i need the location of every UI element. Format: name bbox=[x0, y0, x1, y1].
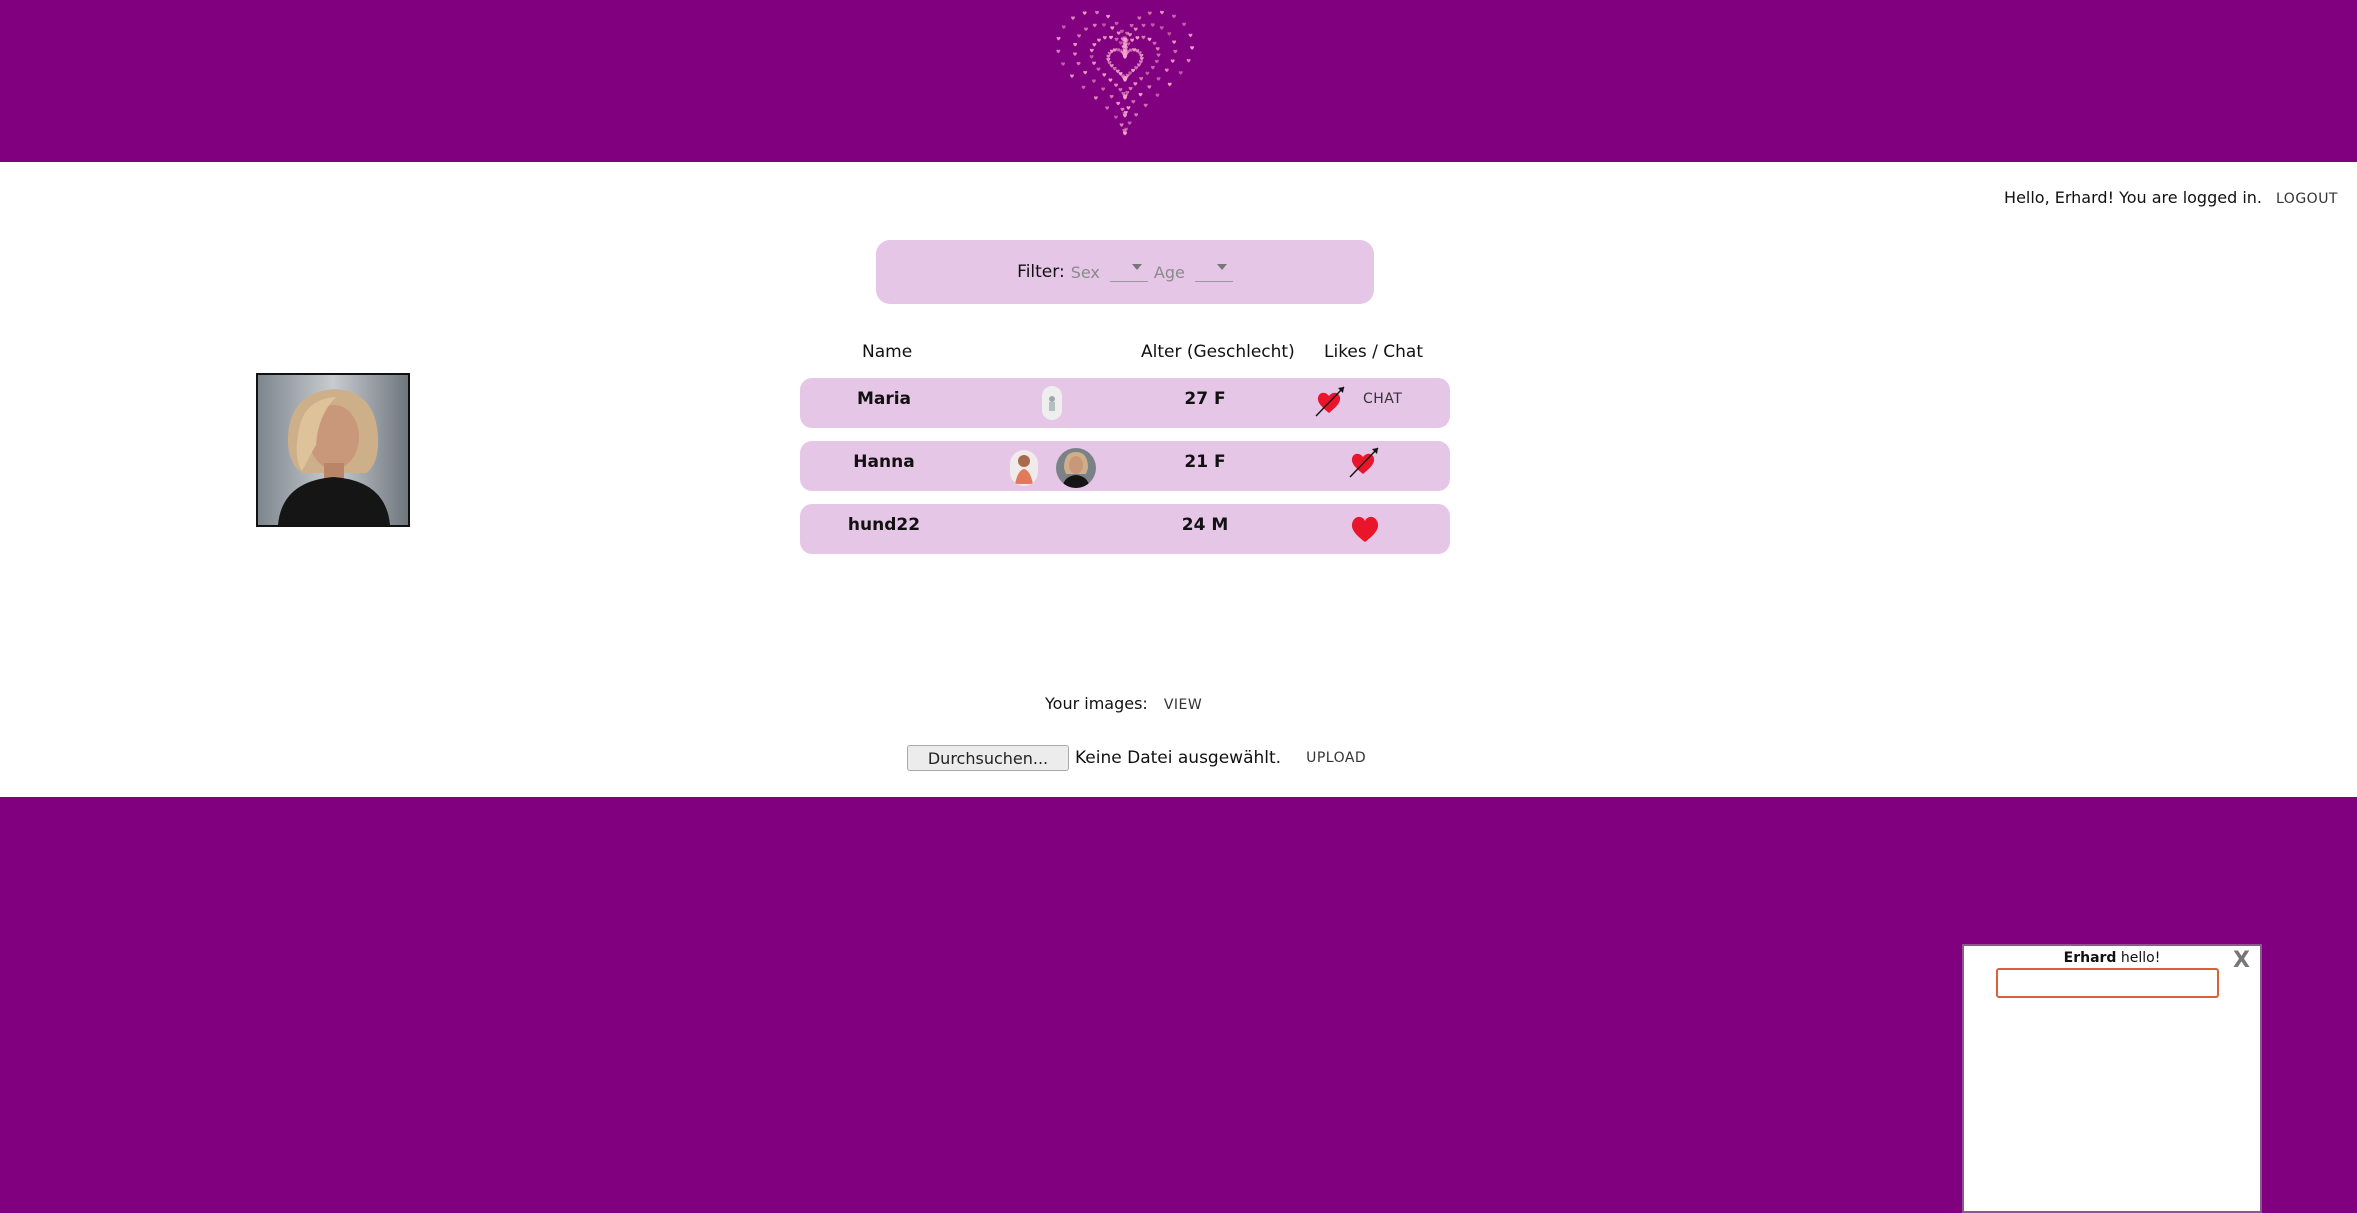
column-header-age: Alter (Geschlecht) bbox=[1141, 342, 1295, 362]
chat-message-sender: Erhard bbox=[2064, 950, 2117, 966]
login-status: Hello, Erhard! You are logged in. LOGOUT bbox=[2004, 188, 2338, 207]
heart-arrow-icon[interactable] bbox=[1347, 445, 1381, 484]
view-images-button[interactable]: VIEW bbox=[1164, 697, 1202, 713]
row-name[interactable]: Hanna bbox=[800, 452, 968, 472]
your-images-label: Your images: bbox=[1045, 694, 1148, 713]
table-row: Maria 27 F CHAT bbox=[800, 378, 1450, 428]
table-row: hund22 24 M bbox=[800, 504, 1450, 554]
filter-bar: Filter: Sex Age bbox=[876, 240, 1374, 304]
chat-window: X Erhard hello! bbox=[1962, 944, 2262, 1213]
row-age: 21 F bbox=[1145, 452, 1265, 472]
column-header-name: Name bbox=[862, 342, 912, 362]
chevron-down-icon bbox=[1195, 262, 1233, 282]
chat-button[interactable]: CHAT bbox=[1363, 391, 1402, 407]
table-header: Name Alter (Geschlecht) Likes / Chat bbox=[800, 342, 1450, 372]
thumbnail-figure bbox=[1042, 386, 1062, 420]
profile-photo bbox=[256, 373, 410, 527]
thumbnail-image[interactable] bbox=[1042, 386, 1062, 420]
row-name[interactable]: hund22 bbox=[800, 515, 968, 535]
heart-of-small-hearts-icon bbox=[1045, 4, 1205, 140]
row-name[interactable]: Maria bbox=[800, 389, 968, 409]
row-age: 24 M bbox=[1145, 515, 1265, 535]
table-row: Hanna 21 F bbox=[800, 441, 1450, 491]
thumbnail-image[interactable] bbox=[1056, 448, 1096, 488]
heart-arrow-icon[interactable] bbox=[1313, 384, 1347, 423]
thumbnail-figure bbox=[1010, 450, 1038, 486]
your-images-row: Your images: VIEW bbox=[1045, 694, 1202, 713]
header-banner bbox=[0, 0, 2357, 162]
filter-label: Filter: bbox=[1017, 262, 1065, 282]
profile-photo-image bbox=[258, 375, 408, 525]
chat-message-text: hello! bbox=[2121, 950, 2160, 966]
thumbnail-image[interactable] bbox=[1010, 450, 1038, 486]
chat-input[interactable] bbox=[1996, 968, 2219, 998]
chevron-down-icon bbox=[1110, 262, 1148, 282]
chat-message: Erhard hello! bbox=[1964, 950, 2260, 966]
age-select[interactable]: Age bbox=[1154, 262, 1233, 282]
heart-icon[interactable] bbox=[1349, 513, 1381, 548]
upload-button[interactable]: UPLOAD bbox=[1306, 750, 1366, 766]
file-browse-button[interactable]: Durchsuchen... bbox=[907, 745, 1069, 771]
greeting-text: Hello, Erhard! You are logged in. bbox=[2004, 188, 2262, 207]
sex-select-placeholder: Sex bbox=[1071, 263, 1100, 282]
row-age: 27 F bbox=[1145, 389, 1265, 409]
file-status-label: Keine Datei ausgewählt. bbox=[1075, 748, 1281, 768]
logout-link[interactable]: LOGOUT bbox=[2276, 191, 2338, 207]
sex-select[interactable]: Sex bbox=[1071, 262, 1148, 282]
main-content: Hello, Erhard! You are logged in. LOGOUT… bbox=[0, 162, 2357, 797]
age-select-placeholder: Age bbox=[1154, 263, 1185, 282]
thumbnail-figure bbox=[1056, 448, 1096, 488]
column-header-likes: Likes / Chat bbox=[1324, 342, 1423, 362]
upload-row: Durchsuchen... Keine Datei ausgewählt. U… bbox=[907, 745, 1366, 771]
